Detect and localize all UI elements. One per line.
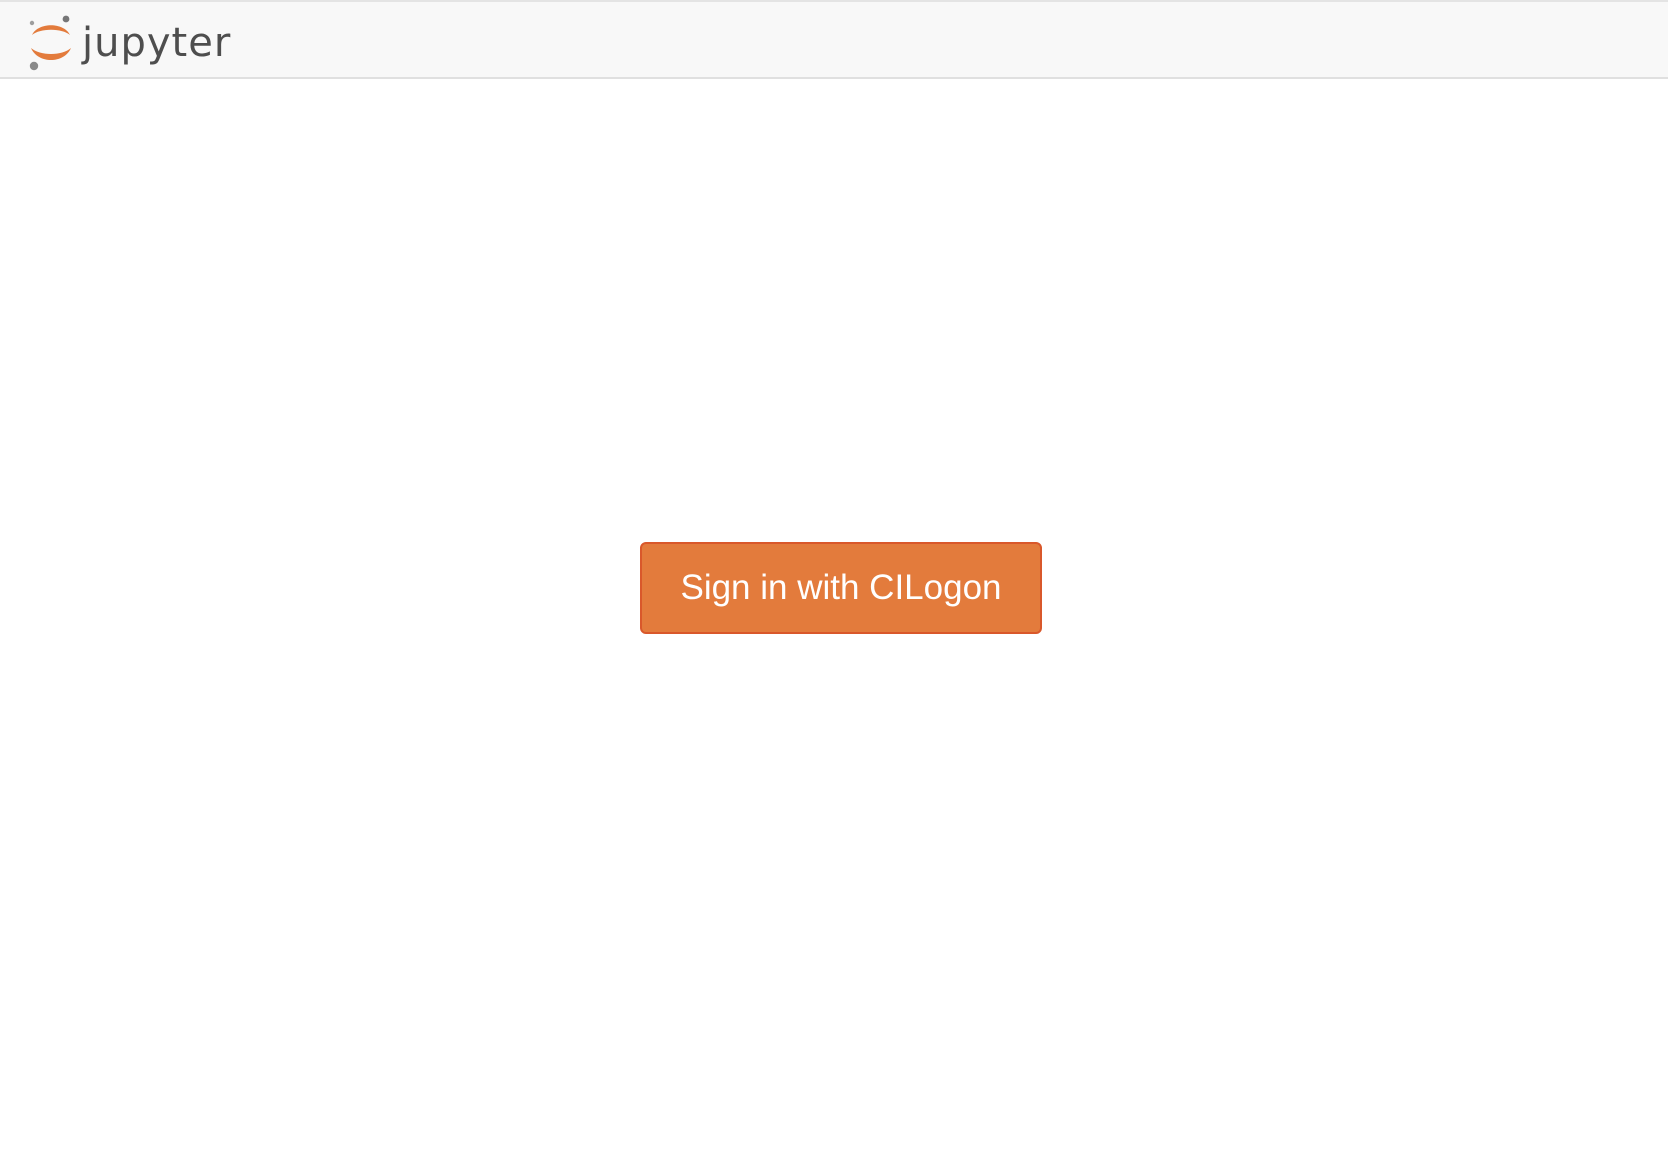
logo-text: jupyter bbox=[82, 20, 232, 66]
login-main: Sign in with CILogon bbox=[0, 79, 1668, 1164]
jupyter-logo-icon bbox=[29, 15, 71, 71]
sign-in-button[interactable]: Sign in with CILogon bbox=[640, 542, 1042, 634]
jupyter-logo-link[interactable]: jupyter bbox=[28, 14, 231, 72]
top-navbar: jupyter bbox=[0, 0, 1668, 79]
